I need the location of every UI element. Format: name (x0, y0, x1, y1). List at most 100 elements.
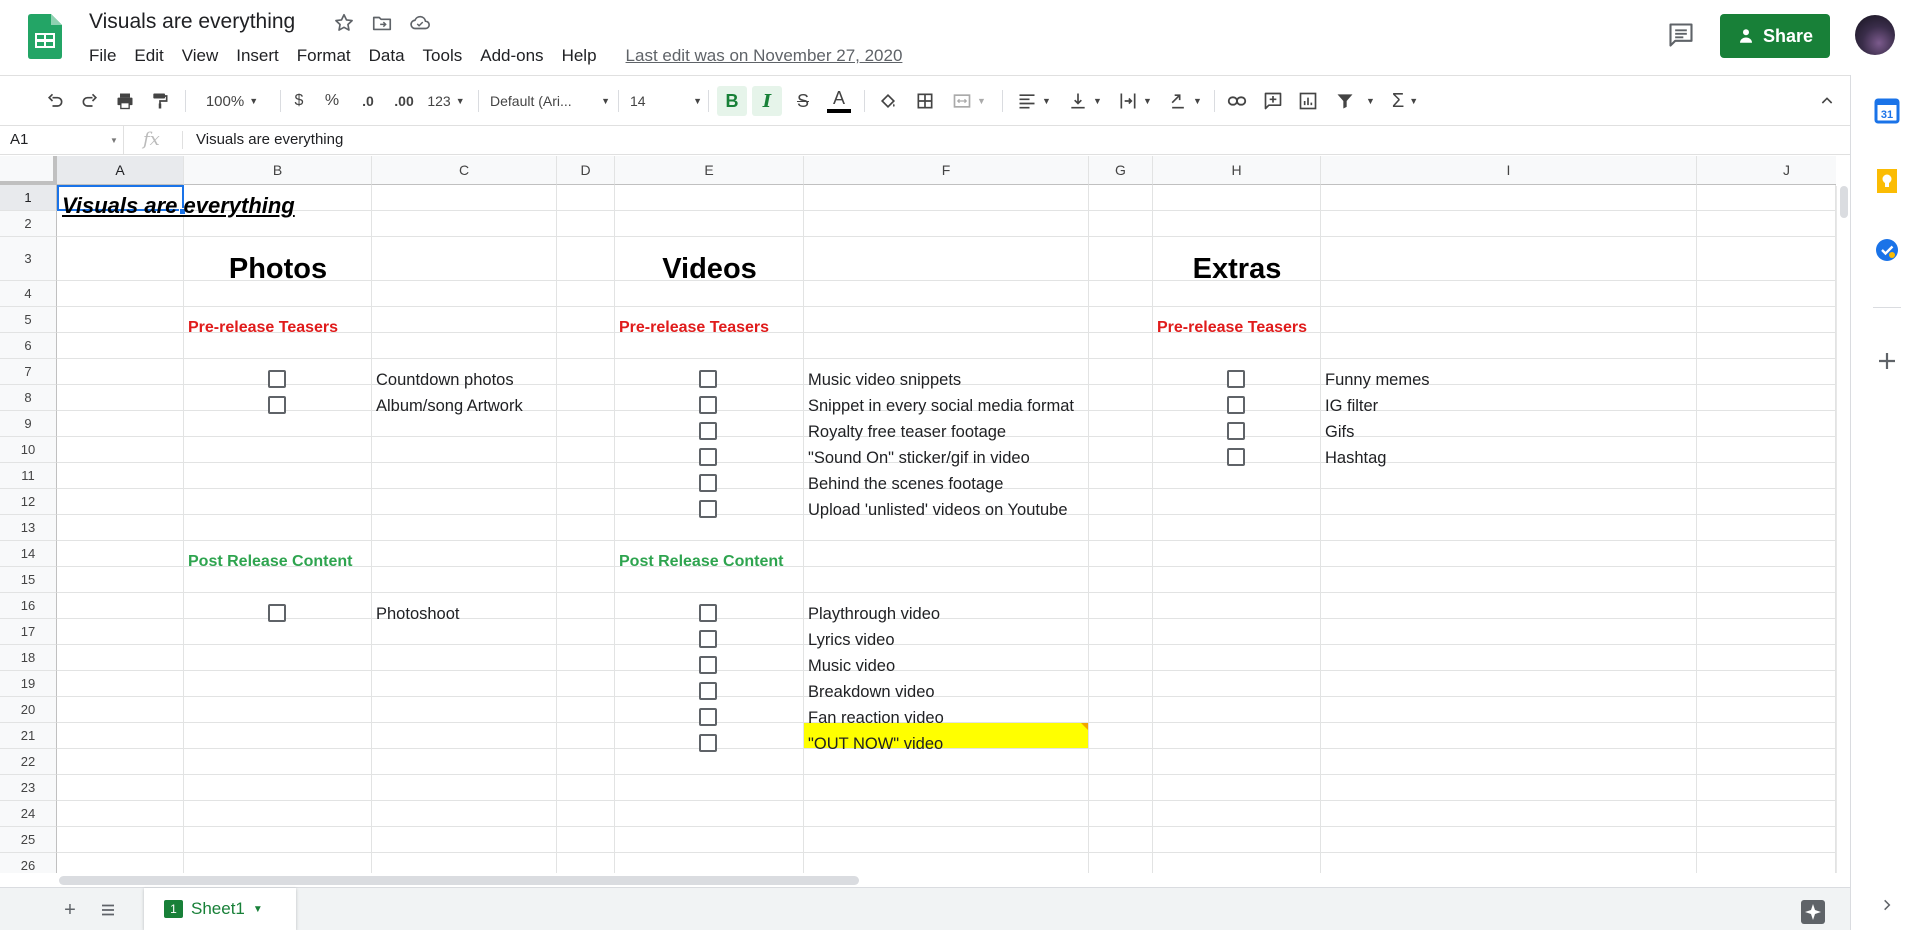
menu-add-ons[interactable]: Add-ons (471, 44, 552, 68)
menu-data[interactable]: Data (360, 44, 414, 68)
videos-checkbox[interactable] (699, 396, 717, 414)
sheet-tab-sheet1[interactable]: 1 Sheet1 ▼ (144, 888, 296, 930)
videos-item[interactable]: Snippet in every social media format (808, 397, 1074, 416)
decrease-decimal-button[interactable]: .0 (354, 86, 382, 116)
row-header-6[interactable]: 6 (0, 333, 57, 359)
functions-icon[interactable]: Σ ▼ (1384, 86, 1426, 116)
photos-checkbox-photoshoot[interactable] (268, 604, 286, 622)
column-header-a[interactable]: A (57, 156, 184, 185)
menu-edit[interactable]: Edit (125, 44, 172, 68)
column-header-i[interactable]: I (1321, 156, 1697, 185)
column-header-d[interactable]: D (557, 156, 615, 185)
videos-checkbox[interactable] (699, 734, 717, 752)
videos-checkbox[interactable] (699, 448, 717, 466)
videos-checkbox[interactable] (699, 474, 717, 492)
extras-heading[interactable]: Extras (1153, 253, 1321, 286)
videos-checkbox[interactable] (699, 630, 717, 648)
zoom-select[interactable]: 100% ▼ (196, 86, 268, 116)
column-header-j[interactable]: J (1697, 156, 1836, 185)
videos-checkbox[interactable] (699, 682, 717, 700)
row-header-14[interactable]: 14 (0, 541, 57, 567)
photos-post-release-label[interactable]: Post Release Content (188, 553, 352, 571)
keep-icon[interactable] (1874, 168, 1900, 194)
add-sheet-icon[interactable]: + (58, 898, 82, 922)
horizontal-scroll-thumb[interactable] (59, 876, 859, 885)
menu-insert[interactable]: Insert (227, 44, 288, 68)
videos-item[interactable]: Breakdown video (808, 683, 935, 702)
row-header-11[interactable]: 11 (0, 463, 57, 489)
videos-checkbox[interactable] (699, 604, 717, 622)
column-header-h[interactable]: H (1153, 156, 1321, 185)
vertical-scrollbar[interactable] (1836, 186, 1850, 873)
videos-pre-release-label[interactable]: Pre-release Teasers (619, 319, 769, 337)
italic-icon[interactable]: I (752, 86, 782, 116)
photos-item[interactable]: Album/song Artwork (376, 397, 523, 416)
print-icon[interactable] (110, 86, 140, 116)
row-header-16[interactable]: 16 (0, 593, 57, 619)
row-header-19[interactable]: 19 (0, 671, 57, 697)
photos-heading[interactable]: Photos (184, 253, 372, 286)
menu-format[interactable]: Format (288, 44, 360, 68)
row-header-5[interactable]: 5 (0, 307, 57, 333)
text-rotation-icon[interactable]: ▼ (1164, 86, 1206, 116)
text-wrapping-icon[interactable]: ▼ (1114, 86, 1156, 116)
videos-checkbox[interactable] (699, 422, 717, 440)
videos-checkbox[interactable] (699, 370, 717, 388)
sheet-tab-dropdown-icon[interactable]: ▼ (253, 904, 263, 915)
redo-icon[interactable] (75, 86, 105, 116)
insert-link-icon[interactable] (1222, 86, 1252, 116)
videos-item[interactable]: "Sound On" sticker/gif in video (808, 449, 1030, 468)
share-button[interactable]: Share (1720, 14, 1830, 58)
percent-format-button[interactable]: % (320, 86, 344, 116)
row-header-4[interactable]: 4 (0, 281, 57, 307)
photos-item[interactable]: Countdown photos (376, 371, 514, 390)
filter-icon[interactable] (1330, 86, 1360, 116)
videos-checkbox[interactable] (699, 656, 717, 674)
extras-item[interactable]: Gifs (1325, 423, 1354, 442)
row-header-22[interactable]: 22 (0, 749, 57, 775)
strikethrough-icon[interactable]: S (788, 86, 818, 116)
row-header-12[interactable]: 12 (0, 489, 57, 515)
name-box-dropdown-icon[interactable]: ▼ (110, 136, 118, 145)
videos-item[interactable]: Music video (808, 657, 895, 676)
row-header-26[interactable]: 26 (0, 853, 57, 873)
row-header-25[interactable]: 25 (0, 827, 57, 853)
row-header-2[interactable]: 2 (0, 211, 57, 237)
merge-cells-icon[interactable]: ▼ (948, 86, 990, 116)
videos-item[interactable]: Upload 'unlisted' videos on Youtube (808, 501, 1068, 520)
undo-icon[interactable] (40, 86, 70, 116)
menu-help[interactable]: Help (553, 44, 606, 68)
explore-icon[interactable] (1800, 899, 1826, 925)
horizontal-scrollbar[interactable] (57, 873, 1836, 887)
cloud-saved-icon[interactable] (408, 11, 432, 35)
horizontal-align-icon[interactable]: ▼ (1013, 86, 1055, 116)
column-header-f[interactable]: F (804, 156, 1089, 185)
menu-view[interactable]: View (173, 44, 228, 68)
fill-color-icon[interactable] (873, 86, 903, 116)
column-header-c[interactable]: C (372, 156, 557, 185)
font-family-select[interactable]: Default (Ari... ▼ (490, 86, 610, 116)
bold-icon[interactable]: B (717, 86, 747, 116)
show-side-panel-icon[interactable] (1875, 893, 1899, 917)
column-header-b[interactable]: B (184, 156, 372, 185)
tasks-icon[interactable] (1874, 237, 1900, 263)
more-formats-select[interactable]: 123 ▼ (424, 86, 468, 116)
photos-pre-release-label[interactable]: Pre-release Teasers (188, 319, 338, 337)
row-header-20[interactable]: 20 (0, 697, 57, 723)
sheet-title-cell[interactable]: Visuals are everything (62, 193, 295, 219)
formula-input[interactable]: Visuals are everything (196, 131, 1796, 151)
vertical-scroll-thumb[interactable] (1840, 186, 1848, 218)
row-header-7[interactable]: 7 (0, 359, 57, 385)
row-header-24[interactable]: 24 (0, 801, 57, 827)
row-header-21[interactable]: 21 (0, 723, 57, 749)
videos-post-release-label[interactable]: Post Release Content (619, 553, 783, 571)
account-avatar[interactable] (1855, 15, 1895, 55)
row-header-17[interactable]: 17 (0, 619, 57, 645)
videos-item[interactable]: Royalty free teaser footage (808, 423, 1006, 442)
column-header-g[interactable]: G (1089, 156, 1153, 185)
row-header-18[interactable]: 18 (0, 645, 57, 671)
videos-checkbox[interactable] (699, 500, 717, 518)
extras-checkbox[interactable] (1227, 396, 1245, 414)
spreadsheet-grid[interactable]: A B C D E F G H I J 1 2 3 4 5 6 7 8 9 10… (0, 156, 1836, 873)
row-header-23[interactable]: 23 (0, 775, 57, 801)
